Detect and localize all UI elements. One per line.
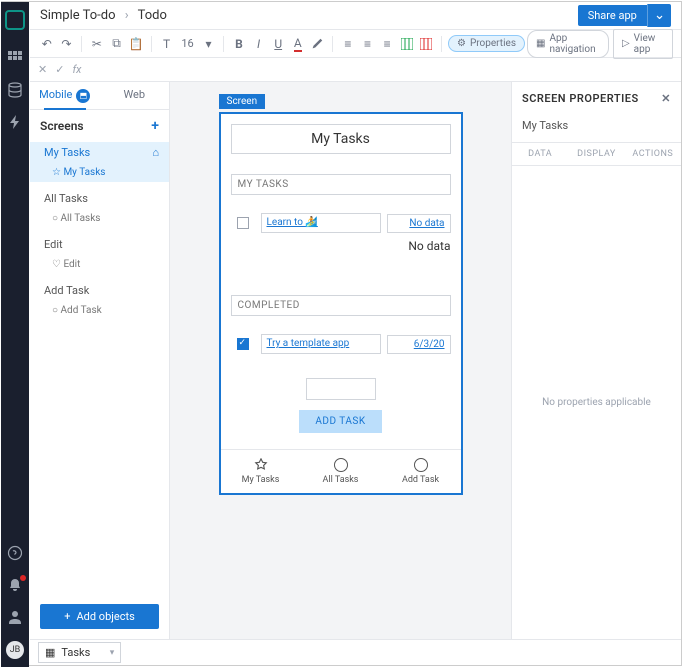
underline-icon[interactable]: U — [269, 33, 287, 55]
sidebar-item-addtask-child[interactable]: ○ Add Task — [30, 301, 169, 320]
datasource-select[interactable]: ▦Tasks — [38, 642, 121, 663]
rp-tab-actions[interactable]: ACTIONS — [625, 143, 681, 165]
fx-label: fx — [72, 63, 81, 76]
sidebar-item-mytasks-child[interactable]: ☆ My Tasks — [30, 163, 169, 182]
sidebar-item-edit[interactable]: Edit — [30, 234, 169, 255]
align-center-icon[interactable]: ≡ — [359, 33, 377, 55]
task-row: Learn to 🏄 No data — [231, 213, 451, 233]
breadcrumb-page: Todo — [138, 8, 167, 23]
left-rail: JB — [1, 2, 29, 667]
home-icon: ⌂ — [152, 146, 159, 159]
screens-header: Screens — [40, 119, 84, 133]
nav-mytasks[interactable]: My Tasks — [221, 458, 301, 485]
user-icon[interactable] — [7, 609, 23, 625]
addtask-input[interactable] — [306, 378, 376, 400]
fill-color-icon[interactable] — [309, 33, 327, 55]
avatar[interactable]: JB — [6, 641, 24, 659]
share-button[interactable]: Share app — [578, 5, 647, 26]
bell-icon[interactable] — [7, 577, 23, 593]
rp-tab-display[interactable]: DISPLAY — [568, 143, 624, 165]
add-screen-button[interactable]: + — [151, 118, 159, 134]
flash-icon[interactable] — [7, 114, 23, 130]
toolbar: ↶ ↷ ✂ ⧉ 📋 T 16 ▾ B I U A ≡ ≡ ≡ ⚙Properti… — [30, 30, 681, 58]
section-mytasks[interactable]: MY TASKS — [231, 174, 451, 195]
properties-button[interactable]: ⚙Properties — [448, 35, 525, 52]
page-title[interactable]: My Tasks — [231, 124, 451, 154]
screen-tag: Screen — [219, 94, 266, 109]
canvas[interactable]: Screen My Tasks MY TASKS Learn to 🏄 No d… — [170, 82, 511, 639]
add-objects-button[interactable]: +Add objects — [40, 604, 159, 629]
checkbox[interactable] — [237, 217, 249, 229]
rp-header: SCREEN PROPERTIES — [522, 92, 639, 105]
nav-alltasks[interactable]: All Tasks — [301, 458, 381, 485]
topbar: Simple To-do › Todo Share app ⌄ — [30, 2, 681, 30]
left-panel: Mobile⬒ Web Screens + My Tasks⌂ ☆ My Tas… — [30, 82, 170, 639]
appnav-button[interactable]: ▦App navigation — [527, 30, 609, 58]
formula-bar: ✕ ✓ fx — [30, 58, 681, 82]
nav-addtask[interactable]: Add Task — [381, 458, 461, 485]
text-color-icon[interactable]: A — [289, 33, 307, 55]
rp-title: My Tasks — [512, 115, 681, 142]
align-left-icon[interactable]: ≡ — [339, 33, 357, 55]
addtask-button[interactable]: ADD TASK — [299, 410, 381, 433]
table-icon: ▦ — [45, 646, 55, 659]
tab-mobile[interactable]: Mobile⬒ — [30, 82, 100, 109]
rp-tab-data[interactable]: DATA — [512, 143, 568, 165]
grid-icon[interactable] — [7, 50, 23, 66]
task-text[interactable]: Try a template app — [261, 334, 381, 354]
task-date[interactable]: No data — [408, 239, 450, 253]
sidebar-item-mytasks[interactable]: My Tasks⌂ — [30, 142, 169, 163]
database-icon[interactable] — [7, 82, 23, 98]
checkbox-checked[interactable] — [237, 338, 249, 350]
chevron-down-icon[interactable]: ▾ — [200, 33, 218, 55]
task-date[interactable]: No data — [387, 214, 451, 233]
close-icon[interactable]: ✕ — [38, 63, 47, 76]
check-icon[interactable]: ✓ — [55, 63, 64, 76]
task-text[interactable]: Learn to 🏄 — [261, 213, 381, 233]
chevron-right-icon: › — [125, 8, 129, 23]
app-logo — [5, 10, 25, 30]
fontsize[interactable]: 16 — [177, 37, 197, 50]
device-frame: My Tasks MY TASKS Learn to 🏄 No data No … — [219, 112, 463, 495]
sidebar-item-alltasks-child[interactable]: ○ All Tasks — [30, 209, 169, 228]
sidebar-item-alltasks[interactable]: All Tasks — [30, 188, 169, 209]
undo-icon[interactable]: ↶ — [38, 33, 56, 55]
task-date[interactable]: 6/3/20 — [387, 335, 451, 354]
cut-icon[interactable]: ✂ — [88, 33, 106, 55]
viewapp-button[interactable]: ▷View app — [613, 29, 673, 59]
copy-icon[interactable]: ⧉ — [108, 33, 126, 55]
paste-icon[interactable]: 📋 — [127, 33, 145, 55]
plus-icon: + — [64, 610, 70, 623]
bottom-bar: ▦Tasks — [30, 639, 681, 665]
bottom-nav: My Tasks All Tasks Add Task — [221, 449, 461, 493]
rp-empty: No properties applicable — [512, 166, 681, 639]
sidebar-item-edit-child[interactable]: ♡ Edit — [30, 255, 169, 274]
section-completed[interactable]: COMPLETED — [231, 295, 451, 316]
italic-icon[interactable]: I — [250, 33, 268, 55]
align-right-icon[interactable]: ≡ — [378, 33, 396, 55]
task-row: Try a template app 6/3/20 — [231, 334, 451, 354]
breadcrumb: Simple To-do › Todo — [40, 8, 167, 23]
close-icon[interactable]: ✕ — [661, 92, 671, 105]
right-panel: SCREEN PROPERTIES ✕ My Tasks DATA DISPLA… — [511, 82, 681, 639]
border-icon[interactable] — [398, 33, 416, 55]
share-dropdown[interactable]: ⌄ — [647, 4, 671, 27]
tab-web[interactable]: Web — [100, 82, 170, 109]
redo-icon[interactable]: ↷ — [58, 33, 76, 55]
breadcrumb-app[interactable]: Simple To-do — [40, 8, 116, 23]
border2-icon[interactable] — [418, 33, 436, 55]
help-icon[interactable] — [7, 545, 23, 561]
font-icon[interactable]: T — [158, 33, 176, 55]
bold-icon[interactable]: B — [230, 33, 248, 55]
sidebar-item-addtask[interactable]: Add Task — [30, 280, 169, 301]
tab-badge: ⬒ — [76, 89, 90, 103]
